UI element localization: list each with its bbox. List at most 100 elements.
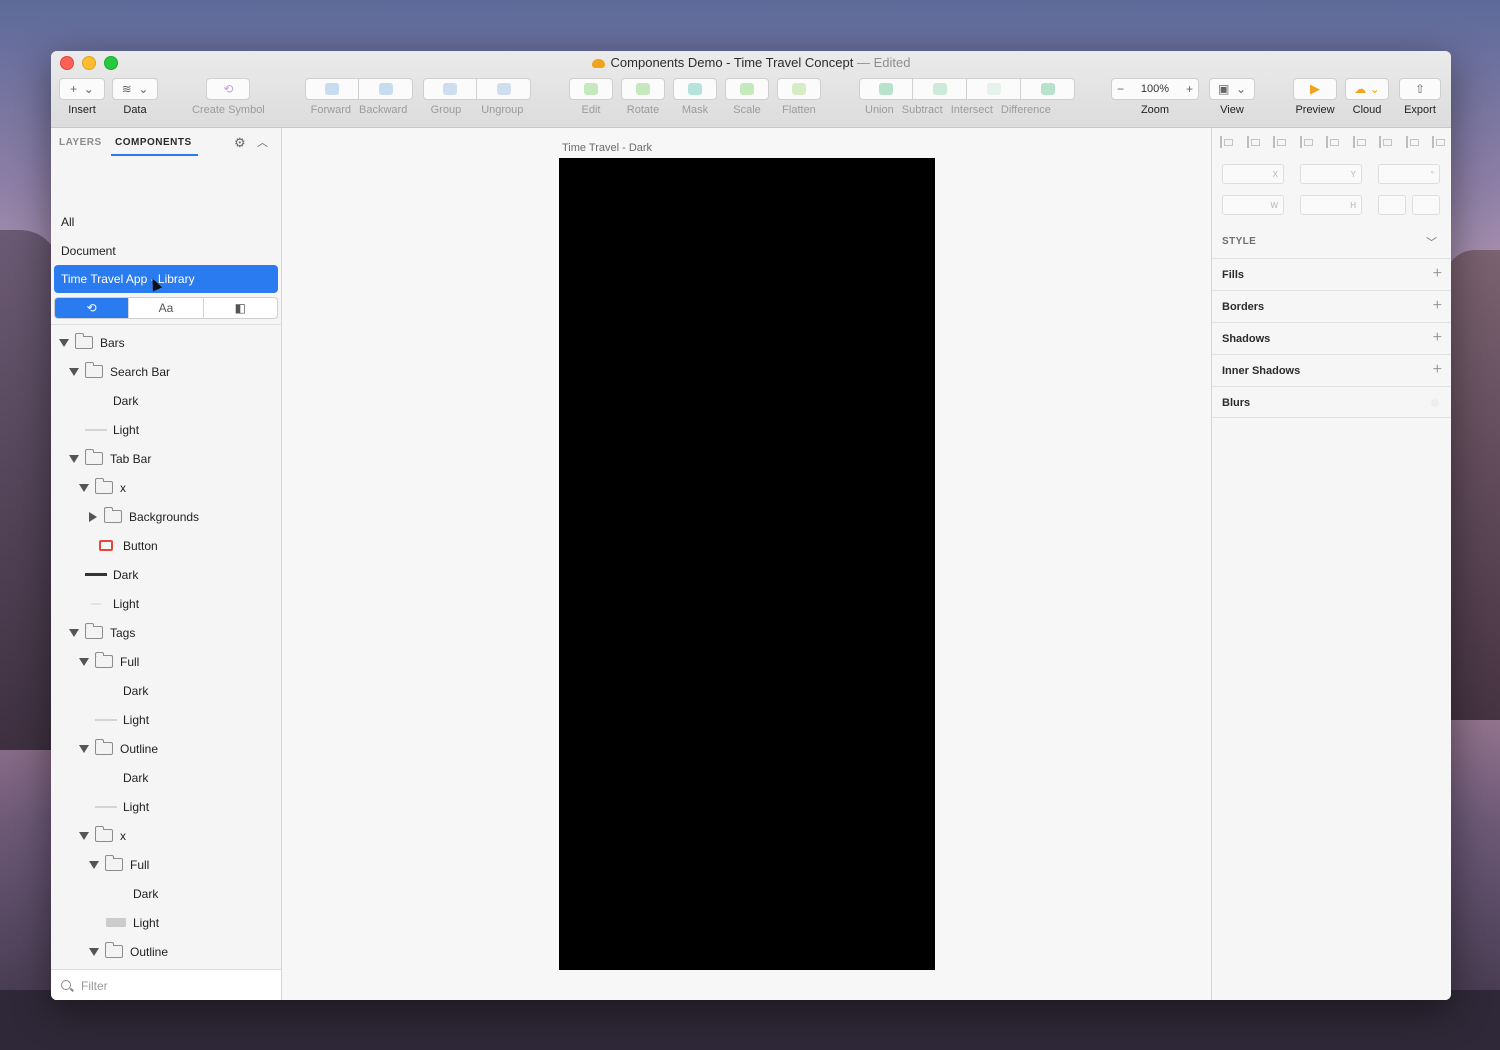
tree-item[interactable]: Dark	[85, 560, 138, 589]
cloud-button[interactable]: ☁ ⌄	[1345, 78, 1389, 100]
disclosure-open-icon[interactable]	[59, 338, 69, 347]
edit-button[interactable]	[569, 78, 613, 100]
flip-vertical-button[interactable]	[1412, 195, 1440, 215]
export-button[interactable]: ⇧	[1399, 78, 1441, 100]
flatten-tool[interactable]: Flatten	[777, 78, 821, 116]
filter-library[interactable]: Time Travel App - Library	[54, 265, 278, 293]
gear-icon[interactable]: ⚙	[234, 135, 246, 151]
disclosure-open-icon[interactable]	[69, 454, 79, 463]
tab-components[interactable]: COMPONENTS	[115, 137, 192, 148]
filter-input[interactable]	[79, 978, 263, 994]
mask-tool[interactable]: Mask	[673, 78, 717, 116]
tree-folder[interactable]: Outline	[79, 734, 158, 763]
tree-item[interactable]: Light	[85, 415, 139, 444]
ungroup-button[interactable]	[477, 78, 531, 100]
group-button[interactable]	[423, 78, 477, 100]
edit-tool[interactable]: Edit	[569, 78, 613, 116]
zoom-control[interactable]: − 100% +	[1111, 78, 1199, 100]
view-tool[interactable]: ▣ ⌄ View	[1209, 78, 1255, 116]
create-symbol-tool[interactable]: ⟲ Create Symbol	[192, 78, 265, 116]
zoom-in-icon[interactable]: +	[1186, 82, 1193, 96]
height-field[interactable]: H	[1300, 195, 1362, 215]
tree-folder[interactable]: x	[79, 821, 126, 850]
disclosure-open-icon[interactable]	[89, 860, 99, 869]
export-tool[interactable]: ⇧ Export	[1399, 78, 1441, 116]
subtract-button[interactable]	[913, 78, 967, 100]
disclosure-open-icon[interactable]	[79, 831, 89, 840]
disclosure-open-icon[interactable]	[79, 657, 89, 666]
disclosure-open-icon[interactable]	[89, 947, 99, 956]
disclosure-open-icon[interactable]	[79, 483, 89, 492]
distribute-h-icon[interactable]	[1273, 136, 1286, 148]
tab-symbols[interactable]: ⟲	[55, 298, 130, 318]
add-inner-shadow-icon[interactable]: +	[1433, 361, 1442, 379]
data-button[interactable]: ≋ ⌄	[112, 78, 158, 100]
union-button[interactable]	[859, 78, 913, 100]
disclosure-open-icon[interactable]	[69, 367, 79, 376]
align-bottom-icon[interactable]	[1432, 136, 1445, 148]
forward-button[interactable]	[305, 78, 359, 100]
align-center-h-icon[interactable]	[1246, 136, 1260, 148]
y-field[interactable]: Y	[1300, 164, 1362, 184]
tree-item[interactable]: Button	[95, 531, 158, 560]
filter-all[interactable]: All	[61, 215, 74, 229]
data-tool[interactable]: ≋ ⌄ Data	[112, 78, 158, 116]
rotation-field[interactable]: °	[1378, 164, 1440, 184]
insert-button[interactable]: + ⌄	[59, 78, 105, 100]
tab-layers[interactable]: LAYERS	[59, 137, 102, 148]
tree-item[interactable]: Dark	[105, 879, 158, 908]
tree-item[interactable]: Light	[105, 908, 159, 937]
create-symbol-button[interactable]: ⟲	[206, 78, 251, 100]
x-field[interactable]: X	[1222, 164, 1284, 184]
artboard-label[interactable]: Time Travel - Dark	[562, 142, 652, 154]
preview-tool[interactable]: ▶ Preview	[1293, 78, 1337, 116]
chevron-down-icon[interactable]: ﹀	[1426, 234, 1437, 250]
tree-folder[interactable]: x	[79, 473, 126, 502]
mask-button[interactable]	[673, 78, 717, 100]
intersect-button[interactable]	[967, 78, 1021, 100]
disclosure-open-icon[interactable]	[79, 744, 89, 753]
insert-tool[interactable]: + ⌄ Insert	[59, 78, 105, 116]
disclosure-closed-icon[interactable]	[89, 511, 97, 522]
preview-button[interactable]: ▶	[1293, 78, 1337, 100]
scale-button[interactable]	[725, 78, 769, 100]
tree-item[interactable]: Light	[95, 792, 149, 821]
disclosure-open-icon[interactable]	[69, 628, 79, 637]
align-right-edge-icon[interactable]	[1352, 136, 1366, 148]
backward-button[interactable]	[359, 78, 413, 100]
add-shadow-icon[interactable]: +	[1433, 329, 1442, 347]
align-middle-v-icon[interactable]	[1405, 136, 1419, 148]
align-left-icon[interactable]	[1220, 136, 1233, 148]
tree-folder[interactable]: Bars	[59, 328, 125, 357]
difference-button[interactable]	[1021, 78, 1075, 100]
tree-folder[interactable]: Backgrounds	[89, 502, 199, 531]
tree-item[interactable]: Dark	[95, 763, 148, 792]
align-top-icon[interactable]	[1379, 136, 1392, 148]
rotate-button[interactable]	[621, 78, 665, 100]
artboard[interactable]	[559, 158, 935, 970]
align-mid-icon[interactable]	[1326, 136, 1339, 148]
tab-text-styles[interactable]: Aa	[129, 298, 204, 318]
zoom-out-icon[interactable]: −	[1117, 82, 1124, 96]
tree-folder[interactable]: Tab Bar	[69, 444, 151, 473]
tree-folder[interactable]: Tags	[69, 618, 135, 647]
canvas[interactable]: Time Travel - Dark	[282, 128, 1211, 1000]
tree-folder[interactable]: Outline	[89, 937, 168, 966]
tree-item[interactable]: Light	[85, 589, 139, 618]
flip-horizontal-button[interactable]	[1378, 195, 1406, 215]
rotate-tool[interactable]: Rotate	[621, 78, 665, 116]
blur-toggle-icon[interactable]	[1431, 399, 1439, 407]
align-right-icon[interactable]	[1299, 136, 1313, 148]
add-border-icon[interactable]: +	[1433, 297, 1442, 315]
cloud-tool[interactable]: ☁ ⌄ Cloud	[1345, 78, 1389, 116]
tree-item[interactable]: Dark	[85, 386, 138, 415]
tree-folder[interactable]: Full	[79, 647, 139, 676]
view-button[interactable]: ▣ ⌄	[1209, 78, 1255, 100]
scale-tool[interactable]: Scale	[725, 78, 769, 116]
tree-item[interactable]: Dark	[95, 676, 148, 705]
tab-layer-styles[interactable]: ◧	[204, 298, 277, 318]
width-field[interactable]: W	[1222, 195, 1284, 215]
tree-folder[interactable]: Search Bar	[69, 357, 170, 386]
chevron-up-icon[interactable]: ︿	[257, 134, 268, 150]
add-fill-icon[interactable]: +	[1433, 265, 1442, 283]
